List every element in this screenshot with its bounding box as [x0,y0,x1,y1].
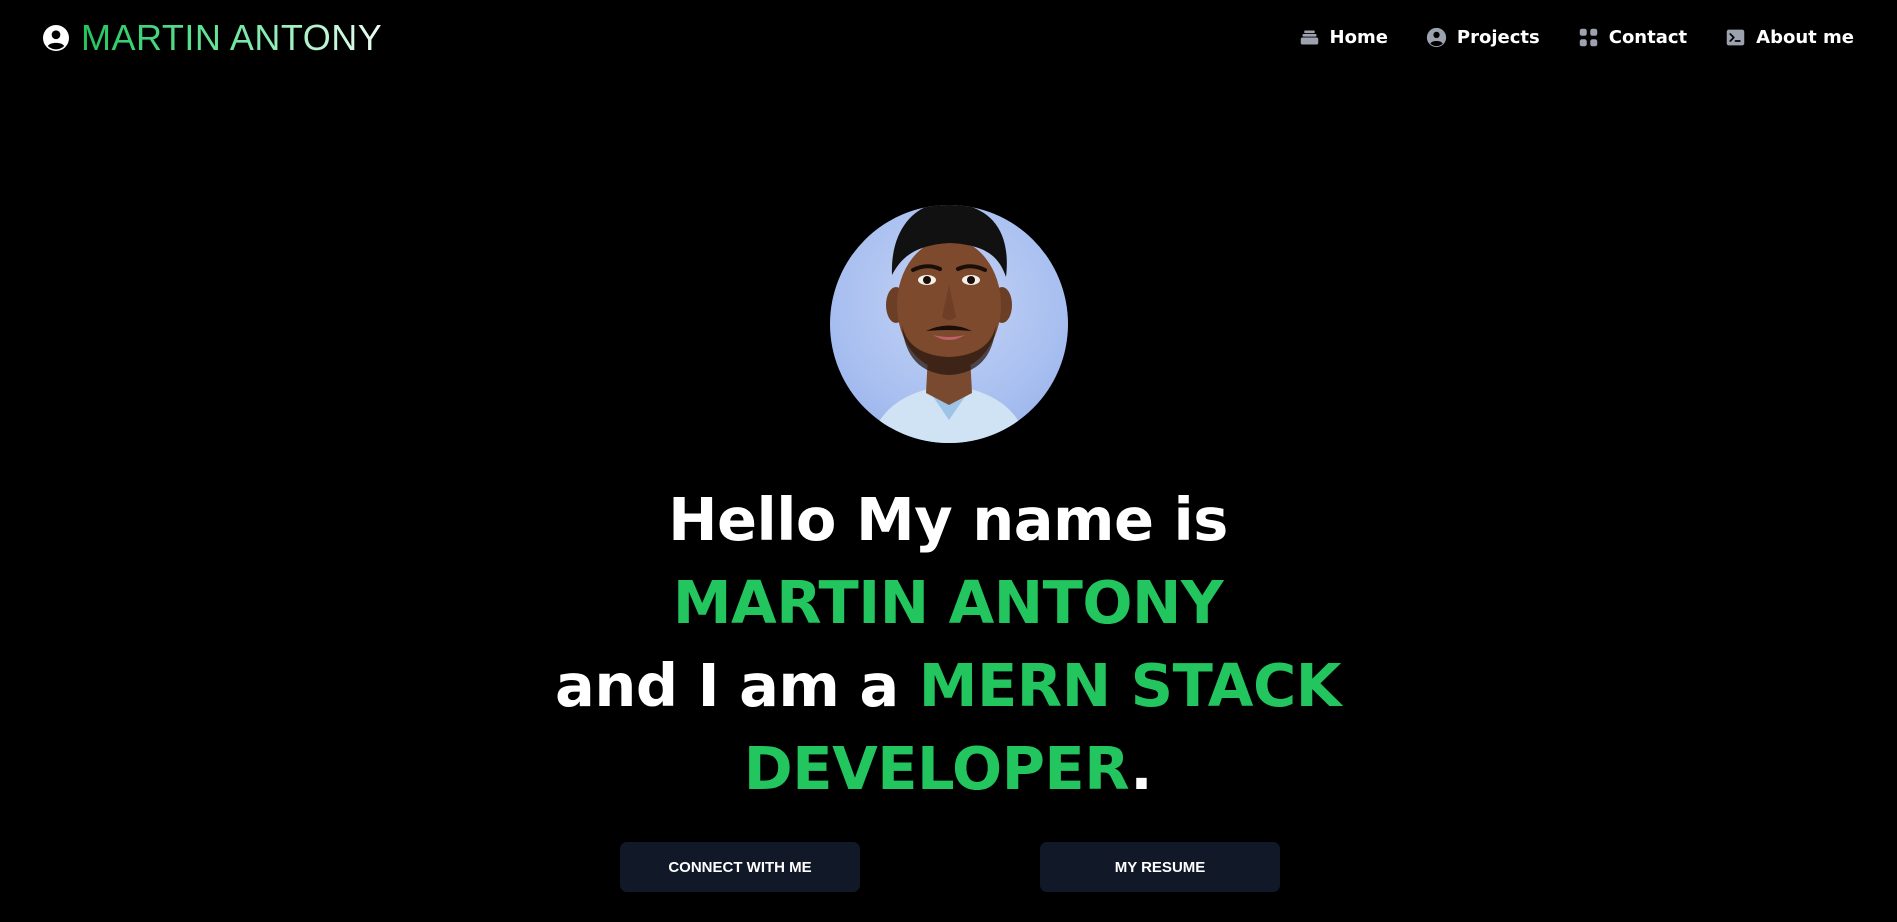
hero-name: MARTIN ANTONY [672,568,1224,637]
nav-label-about: About me [1756,27,1854,48]
nav-label-contact: Contact [1608,27,1688,48]
profile-avatar [830,205,1068,443]
profile-photo [870,205,1028,443]
grid-icon [1579,28,1597,47]
resume-button[interactable]: MY RESUME [1040,842,1280,892]
brand-name: MARTIN ANTONY [81,16,383,58]
user-circle-icon [1426,27,1447,48]
hero-end: . [1130,734,1153,803]
terminal-icon [1726,29,1745,46]
stack-icon [1300,30,1318,45]
hero-headline: Hello My name is MARTIN ANTONY and I am a… [548,478,1348,810]
nav-item-projects[interactable]: Projects [1426,27,1540,48]
nav-label-home: Home [1329,27,1388,48]
main-nav: Home Projects Contact About me [1299,27,1854,48]
navbar: MARTIN ANTONY Home Projects Contact Abou… [0,0,1897,75]
user-circle-icon [43,24,69,51]
hero-middle: and I am a [555,651,919,720]
connect-button[interactable]: CONNECT WITH ME [620,842,860,892]
nav-item-contact[interactable]: Contact [1578,27,1687,48]
nav-item-about[interactable]: About me [1725,27,1854,48]
hero-intro: Hello My name is [668,485,1228,554]
nav-label-projects: Projects [1456,27,1540,48]
brand[interactable]: MARTIN ANTONY [43,17,382,59]
nav-item-home[interactable]: Home [1299,27,1388,48]
